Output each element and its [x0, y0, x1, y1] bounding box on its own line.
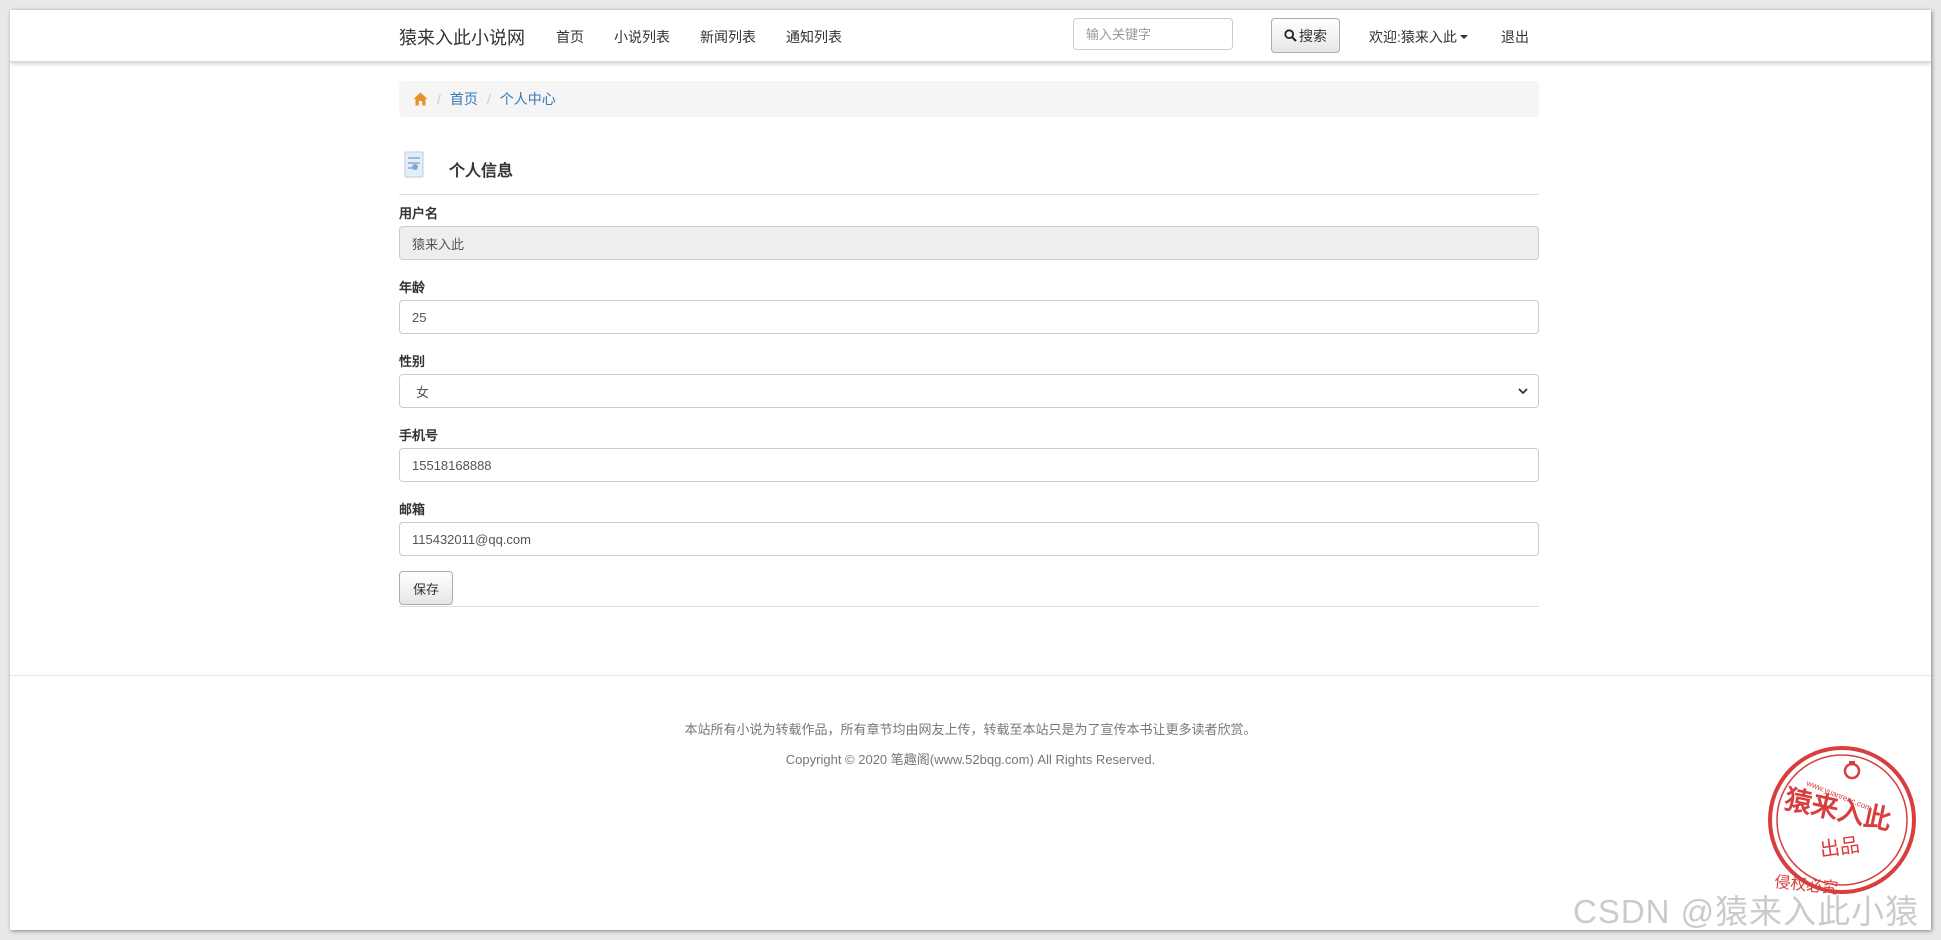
form-divider: [399, 606, 1539, 607]
search-input[interactable]: [1073, 18, 1233, 50]
caret-down-icon: [1459, 35, 1468, 39]
csdn-watermark: CSDN @猿来入此小猿: [1573, 893, 1920, 930]
breadcrumb: / 首页 / 个人中心: [399, 81, 1539, 117]
search-icon: [1284, 29, 1297, 42]
footer-notice: 本站所有小说为转载作品，所有章节均由网友上传，转载至本站只是为了宣传本书让更多读…: [684, 722, 1257, 737]
phone-field[interactable]: 15518168888: [399, 448, 1539, 482]
search-button-label: 搜索: [1299, 27, 1327, 44]
nav-news-list[interactable]: 新闻列表: [700, 27, 756, 47]
user-menu-toggle[interactable]: 欢迎:猿来入此: [1369, 27, 1468, 47]
gender-label: 性别: [399, 354, 426, 369]
nav-home[interactable]: 首页: [556, 27, 584, 47]
username-field[interactable]: 猿来入此: [399, 226, 1539, 260]
phone-label: 手机号: [399, 428, 439, 443]
search-button[interactable]: 搜索: [1271, 18, 1340, 53]
logout-link[interactable]: 退出: [1501, 27, 1529, 47]
nav-notice-list[interactable]: 通知列表: [786, 27, 842, 47]
save-button[interactable]: 保存: [399, 571, 453, 605]
site-brand[interactable]: 猿来入此小说网: [399, 24, 525, 50]
document-icon: [404, 151, 424, 178]
gender-selected-value: 女: [416, 384, 430, 400]
breadcrumb-separator: /: [437, 91, 441, 107]
email-field[interactable]: 115432011@qq.com: [399, 522, 1539, 556]
username-label: 用户名: [399, 206, 439, 221]
welcome-text: 欢迎:猿来入此: [1369, 29, 1457, 45]
browser-page: 猿来入此小说网 首页 小说列表 新闻列表 通知列表 搜索 欢迎:猿来入此 退出 …: [10, 10, 1931, 930]
nav-novel-list[interactable]: 小说列表: [614, 27, 670, 47]
svg-text:出品: 出品: [1818, 832, 1861, 861]
breadcrumb-separator: /: [486, 91, 491, 107]
home-icon[interactable]: [413, 92, 428, 106]
seal-stamp: www.yuanrenc.com 猿来入此 出品 侵权必究: [1768, 746, 1916, 898]
age-label: 年龄: [399, 280, 426, 295]
page-title: 个人信息: [449, 163, 514, 180]
gender-select[interactable]: 女: [399, 374, 1539, 408]
section-heading: 个人信息: [399, 150, 1539, 195]
footer-copyright: Copyright © 2020 笔趣阁(www.52bqg.com) All …: [785, 752, 1156, 767]
chevron-down-icon: [1518, 388, 1528, 395]
age-field[interactable]: 25: [399, 300, 1539, 334]
breadcrumb-home[interactable]: 首页: [450, 89, 478, 109]
navbar: 猿来入此小说网 首页 小说列表 新闻列表 通知列表 搜索 欢迎:猿来入此 退出: [10, 10, 1931, 62]
breadcrumb-current[interactable]: 个人中心: [500, 89, 556, 109]
email-label: 邮箱: [399, 502, 426, 517]
